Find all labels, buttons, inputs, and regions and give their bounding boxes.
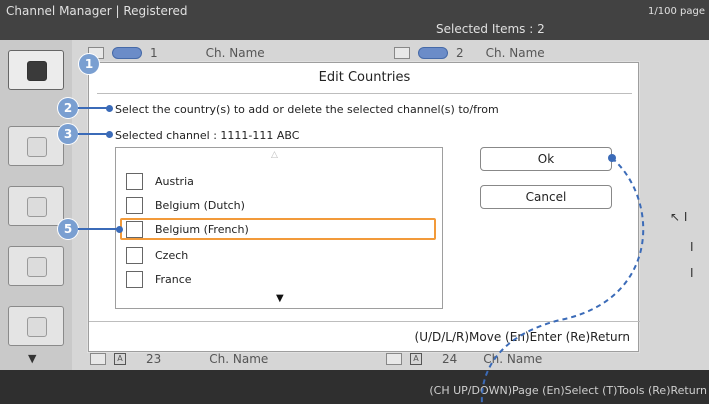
row-markers: ↖ I I I [666, 210, 706, 290]
callout-leader [78, 107, 108, 109]
pin-icon: ↖ I [670, 210, 688, 224]
scroll-up-icon[interactable]: △ [271, 150, 278, 160]
side-tile[interactable] [8, 126, 64, 166]
checkbox[interactable] [126, 270, 143, 288]
checkbox-icon [386, 353, 402, 365]
country-label: Belgium (Dutch) [155, 198, 245, 212]
tv-screen: Channel Manager | Registered 1/100 page … [0, 0, 709, 404]
callout-leader [78, 133, 108, 135]
scroll-down-icon[interactable]: ▼ [28, 352, 36, 365]
ok-button[interactable]: Ok [480, 147, 612, 171]
side-column [0, 40, 72, 370]
side-tile[interactable] [8, 50, 64, 90]
country-label: France [155, 272, 192, 286]
screen-title: Channel Manager | Registered [6, 4, 188, 18]
antenna-badge: A [114, 353, 126, 365]
callout-dot [106, 131, 113, 138]
channel-item[interactable]: 2 Ch. Name [394, 46, 545, 60]
channel-number: 1 [150, 46, 158, 60]
top-bar: Channel Manager | Registered 1/100 page … [0, 0, 709, 40]
channel-item[interactable]: A 23 Ch. Name [90, 352, 268, 366]
edit-countries-dialog: Edit Countries Select the country(s) to … [88, 62, 640, 352]
selected-items-count: Selected Items : 2 [436, 22, 545, 36]
country-item[interactable]: Austria [126, 170, 426, 192]
channel-item[interactable]: A 24 Ch. Name [386, 352, 542, 366]
callout-leader [78, 228, 118, 230]
cancel-button[interactable]: Cancel [480, 185, 612, 209]
country-label: Czech [155, 248, 189, 262]
bottom-help-text: (CH UP/DOWN)Page (En)Select (T)Tools (Re… [429, 384, 707, 397]
dialog-help-text: (U/D/L/R)Move (En)Enter (Re)Return [414, 330, 630, 344]
channel-name: Ch. Name [209, 352, 269, 366]
tile-icon [27, 197, 47, 217]
channel-row-bottom: A 23 Ch. Name A 24 Ch. Name [80, 352, 709, 370]
side-tile[interactable] [8, 246, 64, 286]
tag-icon [418, 47, 448, 59]
instruction-text: Select the country(s) to add or delete t… [115, 103, 499, 116]
country-label: Belgium (French) [155, 222, 249, 236]
checkbox[interactable] [126, 220, 143, 238]
bottom-bar: (CH UP/DOWN)Page (En)Select (T)Tools (Re… [0, 370, 709, 404]
divider [97, 93, 632, 94]
scroll-down-icon[interactable]: ▼ [276, 293, 284, 304]
callout-badge: 2 [58, 98, 78, 118]
country-item[interactable]: Czech [126, 244, 426, 266]
country-item-highlighted[interactable]: Belgium (French) [120, 218, 436, 240]
divider [89, 321, 640, 322]
page-indicator: 1/100 page [648, 6, 705, 17]
channel-item[interactable]: 1 Ch. Name [88, 46, 265, 60]
checkbox[interactable] [126, 196, 143, 214]
country-list[interactable]: △ Austria Belgium (Dutch) Belgium (Frenc… [115, 147, 443, 309]
channel-name: Ch. Name [483, 352, 543, 366]
callout-badge: 3 [58, 124, 78, 144]
callout-badge: 1 [79, 54, 99, 74]
side-tile[interactable] [8, 186, 64, 226]
country-item[interactable]: France [126, 268, 426, 290]
channel-name: Ch. Name [485, 46, 545, 60]
callout-dot [106, 105, 113, 112]
channel-name: Ch. Name [205, 46, 265, 60]
channel-number: 2 [456, 46, 464, 60]
checkbox[interactable] [126, 246, 143, 264]
checkbox[interactable] [126, 172, 143, 190]
lock-icon: I [690, 266, 694, 280]
lock-icon: I [690, 240, 694, 254]
selected-channel-text: Selected channel : 1111-111 ABC [115, 129, 300, 142]
callout-badge: 5 [58, 219, 78, 239]
channel-number: 23 [146, 352, 162, 366]
tile-icon [27, 317, 47, 337]
checkbox-icon [90, 353, 106, 365]
country-item[interactable]: Belgium (Dutch) [126, 194, 426, 216]
antenna-badge: A [410, 353, 422, 365]
tile-icon [27, 137, 47, 157]
tile-icon [27, 61, 47, 81]
tag-icon [112, 47, 142, 59]
channel-number: 24 [442, 352, 458, 366]
side-tile[interactable] [8, 306, 64, 346]
checkbox-icon [394, 47, 410, 59]
callout-dot [116, 226, 123, 233]
tile-icon [27, 257, 47, 277]
dialog-title: Edit Countries [318, 70, 411, 85]
country-label: Austria [155, 174, 194, 188]
